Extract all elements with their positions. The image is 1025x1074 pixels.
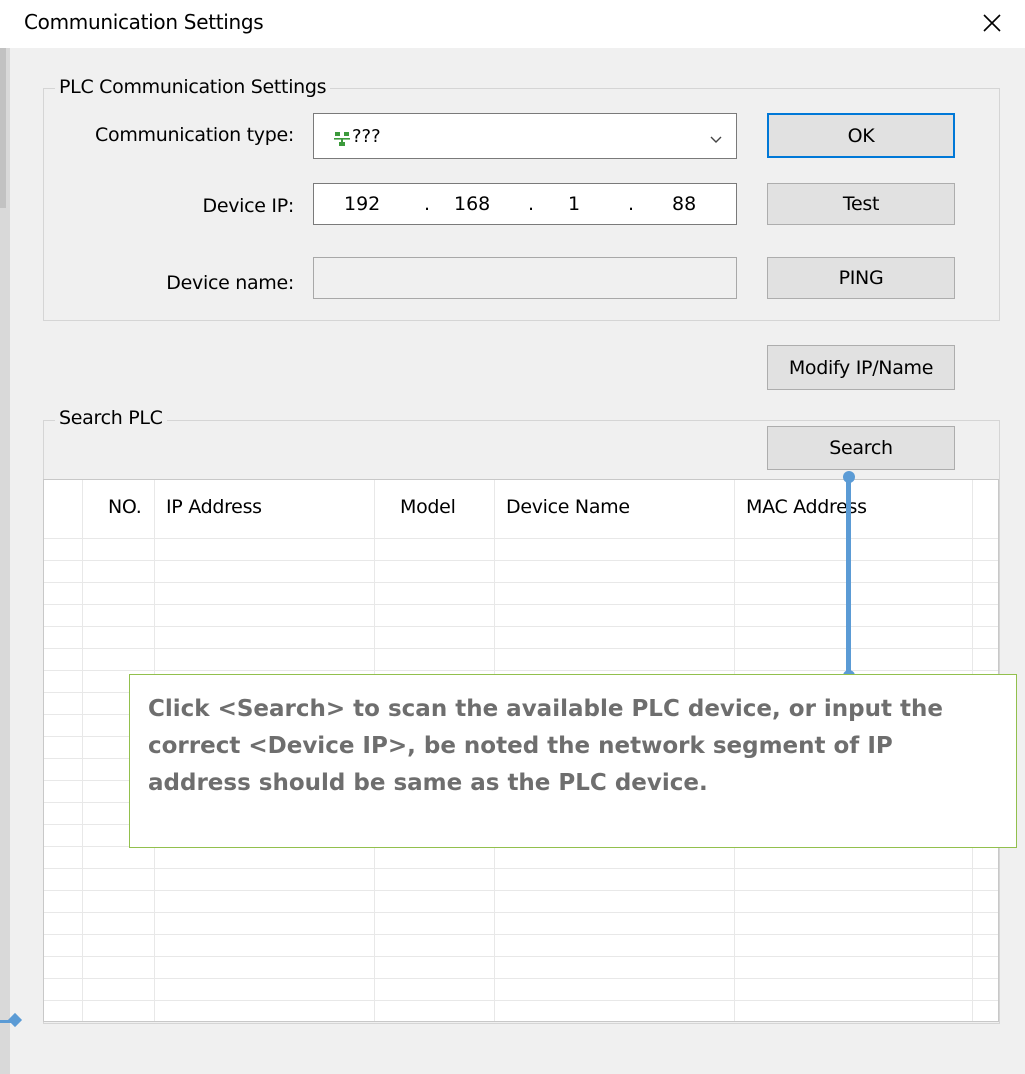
row-divider — [44, 670, 998, 671]
plc-settings-legend: PLC Communication Settings — [55, 76, 331, 98]
ok-button[interactable]: OK — [767, 113, 955, 158]
ip-octet-3[interactable]: 1 — [568, 193, 580, 215]
ip-octet-2[interactable]: 168 — [454, 193, 490, 215]
column-header-model[interactable]: Model — [400, 496, 456, 518]
comm-type-value: ??? — [352, 126, 381, 147]
column-divider — [82, 480, 83, 1021]
modify-ip-name-button[interactable]: Modify IP/Name — [767, 345, 955, 390]
ip-dot: . — [424, 193, 431, 215]
close-icon — [983, 14, 1001, 32]
annotation-marker — [7, 1012, 23, 1028]
row-divider — [44, 560, 998, 561]
device-name-label: Device name: — [166, 272, 294, 294]
column-header-device-name[interactable]: Device Name — [506, 496, 630, 518]
device-name-field — [313, 257, 737, 299]
device-ip-label: Device IP: — [202, 195, 295, 217]
row-divider — [44, 604, 998, 605]
window-edge-shade — [0, 48, 6, 208]
row-divider — [44, 890, 998, 891]
annotation-callout: Click <Search> to scan the available PLC… — [129, 674, 1017, 848]
row-divider — [44, 538, 998, 539]
ip-octet-4[interactable]: 88 — [672, 193, 696, 215]
ping-button[interactable]: PING — [767, 257, 955, 299]
row-divider — [44, 934, 998, 935]
comm-type-select[interactable]: ??? — [313, 113, 737, 159]
row-divider — [44, 626, 998, 627]
comm-type-label: Communication type: — [95, 124, 294, 146]
column-header-no[interactable]: NO. — [108, 496, 142, 518]
annotation-connector — [846, 476, 851, 676]
network-icon — [334, 132, 350, 146]
title-bar: Communication Settings — [0, 0, 1025, 48]
ip-dot: . — [628, 193, 635, 215]
search-button[interactable]: Search — [767, 426, 955, 470]
row-divider — [44, 582, 998, 583]
ip-octet-1[interactable]: 192 — [344, 193, 380, 215]
row-divider — [44, 978, 998, 979]
close-button[interactable] — [970, 3, 1014, 43]
column-header-ip-address[interactable]: IP Address — [166, 496, 262, 518]
test-button[interactable]: Test — [767, 183, 955, 225]
ip-dot: . — [528, 193, 535, 215]
row-divider — [44, 648, 998, 649]
row-divider — [44, 956, 998, 957]
row-divider — [44, 868, 998, 869]
annotation-dot-top — [843, 471, 855, 483]
row-divider — [44, 1000, 998, 1001]
search-plc-legend: Search PLC — [55, 407, 167, 429]
window-title: Communication Settings — [24, 10, 264, 34]
device-ip-input[interactable]: 192 . 168 . 1 . 88 — [313, 183, 737, 225]
chevron-down-icon — [710, 136, 722, 143]
row-divider — [44, 912, 998, 913]
